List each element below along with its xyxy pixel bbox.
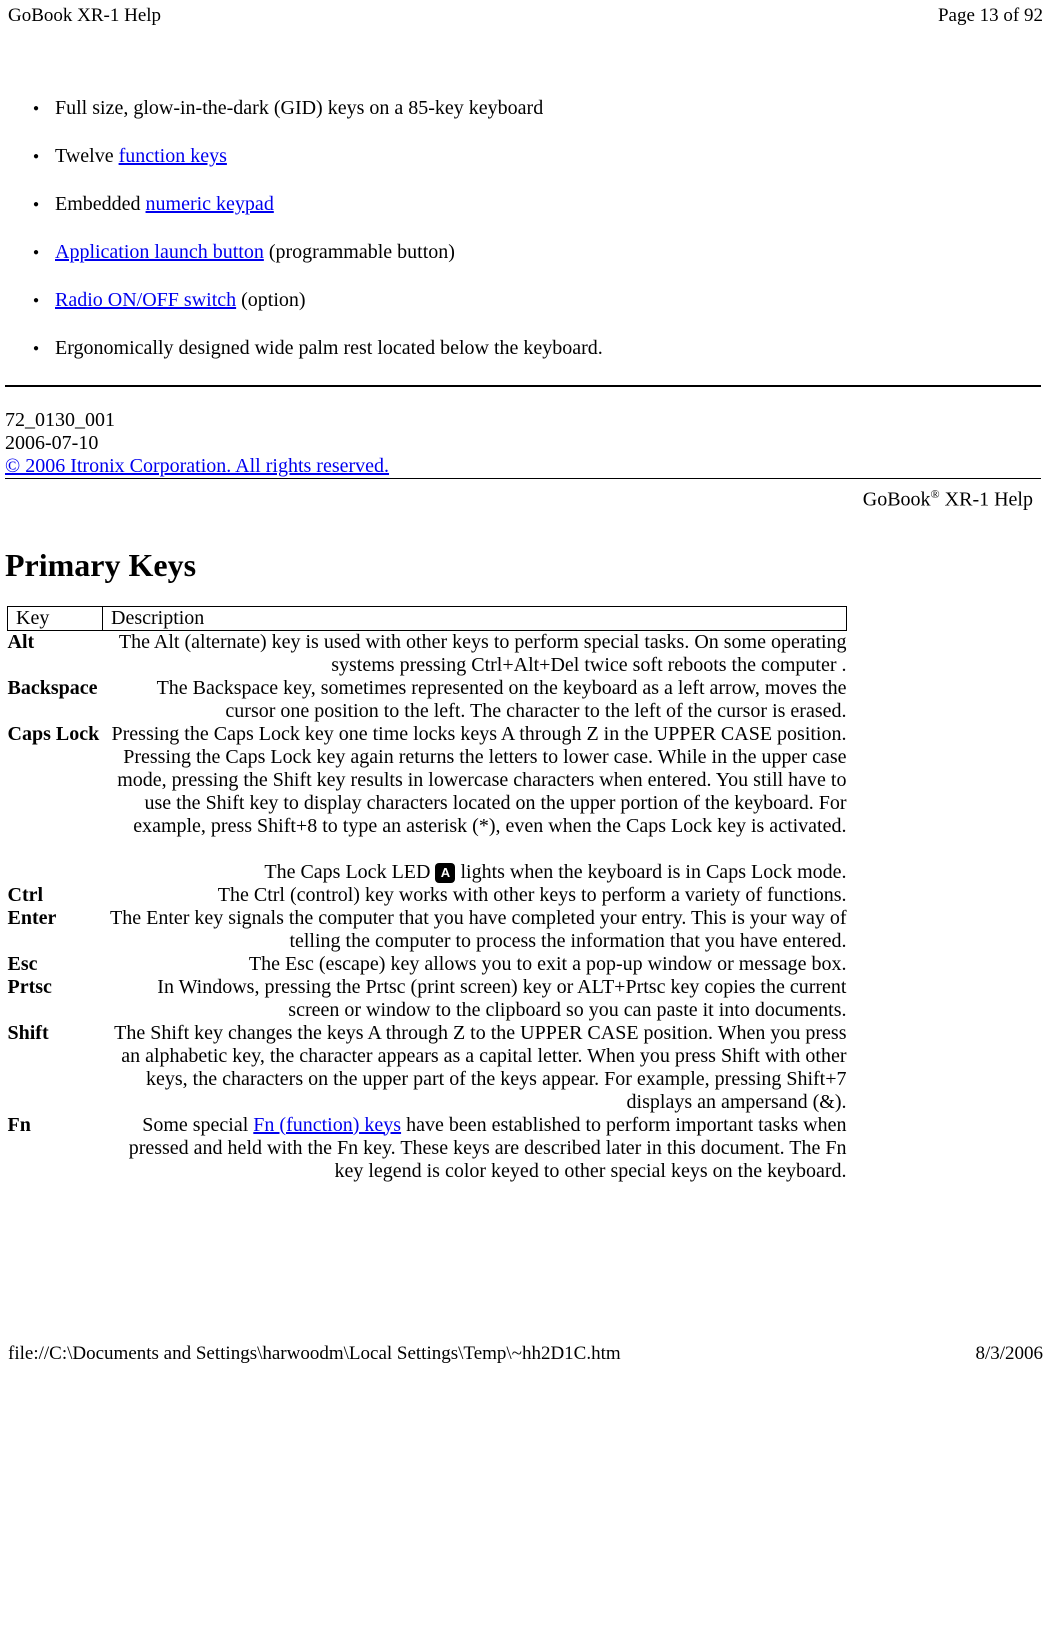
list-item: Ergonomically designed wide palm rest lo… [55, 337, 1041, 360]
key-name: Caps Lock [8, 723, 103, 884]
col-header-description: Description [103, 606, 847, 630]
help-label-pre: GoBook [863, 489, 931, 511]
key-description: Some special Fn (function) keys have bee… [103, 1114, 847, 1183]
document-metadata: 72_0130_001 2006-07-10 © 2006 Itronix Co… [5, 409, 1041, 478]
feature-text: (option) [236, 289, 305, 311]
key-description: In Windows, pressing the Prtsc (print sc… [103, 976, 847, 1022]
key-name: Ctrl [8, 884, 103, 907]
list-item: Twelve function keys [55, 145, 1041, 168]
app-launch-link[interactable]: Application launch button [55, 241, 264, 263]
list-item: Embedded numeric keypad [55, 193, 1041, 216]
divider [5, 385, 1041, 387]
key-name: Esc [8, 953, 103, 976]
table-row: Shift The Shift key changes the keys A t… [8, 1022, 847, 1114]
capslock-led-icon: A [435, 863, 455, 883]
table-row: Prtsc In Windows, pressing the Prtsc (pr… [8, 976, 847, 1022]
key-description: The Esc (escape) key allows you to exit … [103, 953, 847, 976]
footer-date: 8/3/2006 [975, 1343, 1043, 1365]
key-name: Backspace [8, 677, 103, 723]
feature-text: (programmable button) [264, 241, 455, 263]
footer-path: file://C:\Documents and Settings\harwood… [8, 1343, 621, 1365]
key-description: The Enter key signals the computer that … [103, 907, 847, 953]
col-header-key: Key [8, 606, 103, 630]
section-title: Primary Keys [5, 547, 1041, 584]
table-row: Backspace The Backspace key, sometimes r… [8, 677, 847, 723]
table-row: Enter The Enter key signals the computer… [8, 907, 847, 953]
table-row: Caps Lock Pressing the Caps Lock key one… [8, 723, 847, 884]
feature-text: Embedded [55, 193, 146, 215]
list-item: Radio ON/OFF switch (option) [55, 289, 1041, 312]
help-label: GoBook® XR-1 Help [5, 478, 1041, 512]
fn-desc-pre: Some special [142, 1114, 253, 1136]
feature-text: Full size, glow-in-the-dark (GID) keys o… [55, 97, 543, 119]
key-description: The Alt (alternate) key is used with oth… [103, 630, 847, 677]
table-row: Ctrl The Ctrl (control) key works with o… [8, 884, 847, 907]
capslock-desc-part1: Pressing the Caps Lock key one time lock… [112, 723, 847, 837]
registered-mark: ® [931, 487, 940, 501]
key-description: Pressing the Caps Lock key one time lock… [103, 723, 847, 884]
header-page-info: Page 13 of 92 [938, 5, 1043, 27]
help-label-post: XR-1 Help [940, 489, 1033, 511]
capslock-desc-pre: The Caps Lock LED [264, 861, 435, 883]
function-keys-link[interactable]: function keys [119, 145, 227, 167]
list-item: Full size, glow-in-the-dark (GID) keys o… [55, 97, 1041, 120]
feature-text: Twelve [55, 145, 119, 167]
doc-date: 2006-07-10 [5, 432, 1041, 455]
key-description: The Backspace key, sometimes represented… [103, 677, 847, 723]
numeric-keypad-link[interactable]: numeric keypad [146, 193, 274, 215]
table-header-row: Key Description [8, 606, 847, 630]
table-row: Esc The Esc (escape) key allows you to e… [8, 953, 847, 976]
feature-text: Ergonomically designed wide palm rest lo… [55, 337, 603, 359]
primary-keys-table: Key Description Alt The Alt (alternate) … [7, 606, 847, 1183]
table-row: Fn Some special Fn (function) keys have … [8, 1114, 847, 1183]
radio-switch-link[interactable]: Radio ON/OFF switch [55, 289, 236, 311]
table-row: Alt The Alt (alternate) key is used with… [8, 630, 847, 677]
main-content: Full size, glow-in-the-dark (GID) keys o… [0, 97, 1051, 1183]
capslock-desc-post: lights when the keyboard is in Caps Lock… [455, 861, 846, 883]
key-description: The Shift key changes the keys A through… [103, 1022, 847, 1114]
key-name: Alt [8, 630, 103, 677]
fn-keys-link[interactable]: Fn (function) keys [253, 1114, 401, 1136]
page-footer: file://C:\Documents and Settings\harwood… [0, 1338, 1051, 1370]
page-header: GoBook XR-1 Help Page 13 of 92 [0, 0, 1051, 32]
copyright-link[interactable]: © 2006 Itronix Corporation. All rights r… [5, 455, 389, 477]
list-item: Application launch button (programmable … [55, 241, 1041, 264]
key-description: The Ctrl (control) key works with other … [103, 884, 847, 907]
key-name: Shift [8, 1022, 103, 1114]
key-name: Prtsc [8, 976, 103, 1022]
features-list: Full size, glow-in-the-dark (GID) keys o… [5, 97, 1041, 360]
doc-number: 72_0130_001 [5, 409, 1041, 432]
header-title: GoBook XR-1 Help [8, 5, 161, 27]
key-name: Enter [8, 907, 103, 953]
key-name: Fn [8, 1114, 103, 1183]
